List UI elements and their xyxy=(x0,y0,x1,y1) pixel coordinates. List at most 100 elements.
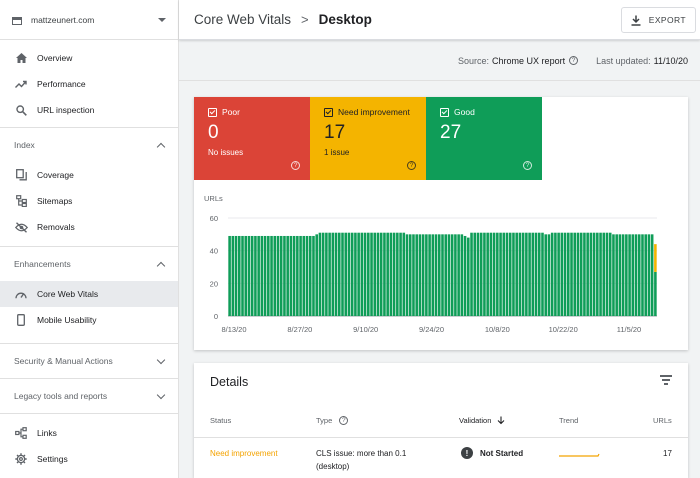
chart-bar xyxy=(341,232,344,316)
help-icon[interactable]: ? xyxy=(569,56,579,65)
column-header-type[interactable]: Type ? xyxy=(316,416,349,425)
help-icon[interactable]: ? xyxy=(407,161,416,170)
chart-bar xyxy=(312,235,315,316)
column-header-validation[interactable]: Validation xyxy=(459,416,505,425)
section-index-toggle[interactable]: Index xyxy=(0,127,178,162)
chart-bar xyxy=(502,232,506,316)
chart-bar xyxy=(654,271,657,316)
checkbox-icon[interactable] xyxy=(440,107,449,117)
details-card: Details Status Type ? Validation Trend U… xyxy=(194,363,688,478)
sidebar-item-settings[interactable]: Settings xyxy=(0,446,178,472)
sidebar: mattzeunert.com Overview Performance URL… xyxy=(0,0,179,478)
chart-bar xyxy=(405,234,409,316)
chart-bar xyxy=(641,234,644,316)
chart-bar xyxy=(570,232,573,316)
chart-bar xyxy=(531,232,535,316)
breadcrumb-parent[interactable]: Core Web Vitals xyxy=(194,12,291,27)
chart-bar xyxy=(544,234,548,316)
section-enhancements-toggle[interactable]: Enhancements xyxy=(0,246,178,281)
sidebar-item-label: Removals xyxy=(37,222,75,232)
chart-bar xyxy=(608,232,612,316)
export-button[interactable]: EXPORT xyxy=(620,7,696,33)
summary-chart-card: Poor 0 No issues ? Need improvement 17 1… xyxy=(194,97,688,350)
chart-bar xyxy=(273,235,277,316)
chart-bar xyxy=(412,234,415,316)
row-type: CLS issue: more than 0.1 (desktop) xyxy=(316,447,406,473)
chart-bar xyxy=(337,232,341,316)
chart-bar xyxy=(283,235,286,316)
chart-bar xyxy=(602,232,606,316)
chart-bar xyxy=(357,232,360,316)
chart-bar xyxy=(292,235,296,316)
chart-bar xyxy=(525,232,528,316)
chart-bar xyxy=(431,234,435,316)
poor-tile[interactable]: Poor 0 No issues ? xyxy=(194,97,310,180)
chart-bar xyxy=(612,234,615,316)
chart-bar xyxy=(415,234,418,316)
source-bar: Source: Chrome UX report ? Last updated:… xyxy=(179,41,700,81)
property-selector[interactable]: mattzeunert.com xyxy=(0,0,178,40)
chart-bar xyxy=(396,232,399,316)
section-legacy-toggle[interactable]: Legacy tools and reports xyxy=(0,378,178,413)
sidebar-item-url-inspection[interactable]: URL inspection xyxy=(0,97,178,123)
column-header-status[interactable]: Status xyxy=(210,416,231,425)
chart-bar xyxy=(370,232,373,316)
section-label: Index xyxy=(14,140,35,150)
chart-bar xyxy=(631,234,635,316)
x-tick-label: 9/24/20 xyxy=(419,325,444,334)
sidebar-item-label: URL inspection xyxy=(37,105,95,115)
chart-bar xyxy=(296,235,299,316)
chart-bar xyxy=(231,235,235,316)
chart-bar xyxy=(302,235,306,316)
chart-bar xyxy=(334,232,338,316)
chart-bar xyxy=(315,234,318,316)
chart-bar xyxy=(496,232,499,316)
chart-bar xyxy=(444,234,448,316)
need-improvement-tile[interactable]: Need improvement 17 1 issue ? xyxy=(310,97,426,180)
chart-bar xyxy=(528,232,531,316)
filter-icon[interactable] xyxy=(660,375,672,385)
checkbox-icon[interactable] xyxy=(324,107,333,117)
last-updated-label: Last updated: xyxy=(596,55,651,66)
urls-chart: URLs 0 20 40 60 8/13/20 8/27/20 9/10/20 9/24/20 1… xyxy=(204,194,657,334)
good-tile[interactable]: Good 27 ? xyxy=(426,97,542,180)
help-icon[interactable]: ? xyxy=(523,161,532,170)
tile-count: 0 xyxy=(208,122,219,143)
chart-bar xyxy=(537,232,541,316)
sidebar-item-coverage[interactable]: Coverage xyxy=(0,162,178,188)
sidebar-item-links[interactable]: Links xyxy=(0,420,178,446)
sidebar-item-sitemaps[interactable]: Sitemaps xyxy=(0,188,178,214)
y-axis-label: URLs xyxy=(204,194,223,203)
chart-bar xyxy=(625,234,628,316)
sidebar-item-overview[interactable]: Overview xyxy=(0,45,178,71)
help-icon[interactable]: ? xyxy=(339,416,349,425)
row-type-line: CLS issue: more than 0.1 xyxy=(316,449,407,458)
sidebar-item-performance[interactable]: Performance xyxy=(0,71,178,97)
smartphone-icon xyxy=(14,313,28,327)
chart-bar xyxy=(521,232,525,316)
chart-bar xyxy=(476,232,480,316)
section-label: Security & Manual Actions xyxy=(14,356,113,366)
chart-bar xyxy=(454,234,457,316)
column-header-trend[interactable]: Trend xyxy=(559,416,578,425)
chart-bar xyxy=(392,232,396,316)
help-icon[interactable]: ? xyxy=(291,161,300,170)
sidebar-item-label: Performance xyxy=(37,79,86,89)
chart-bar xyxy=(547,234,551,316)
y-tick-label: 0 xyxy=(214,312,218,321)
column-header-urls[interactable]: URLs xyxy=(653,416,672,425)
sidebar-item-mobile-usability[interactable]: Mobile Usability xyxy=(0,307,178,333)
row-type-line: (desktop) xyxy=(316,462,350,471)
chart-bar xyxy=(425,234,428,316)
links-icon xyxy=(14,426,28,440)
chart-bar xyxy=(583,232,586,316)
chart-bar xyxy=(234,235,238,316)
search-icon xyxy=(14,103,28,117)
chart-bar xyxy=(479,232,483,316)
section-security-toggle[interactable]: Security & Manual Actions xyxy=(0,343,178,378)
sidebar-item-core-web-vitals[interactable]: Core Web Vitals xyxy=(0,281,178,307)
sidebar-item-removals[interactable]: Removals xyxy=(0,214,178,240)
checkbox-icon[interactable] xyxy=(208,107,217,117)
chart-bar xyxy=(457,234,460,316)
chart-bar xyxy=(279,235,283,316)
